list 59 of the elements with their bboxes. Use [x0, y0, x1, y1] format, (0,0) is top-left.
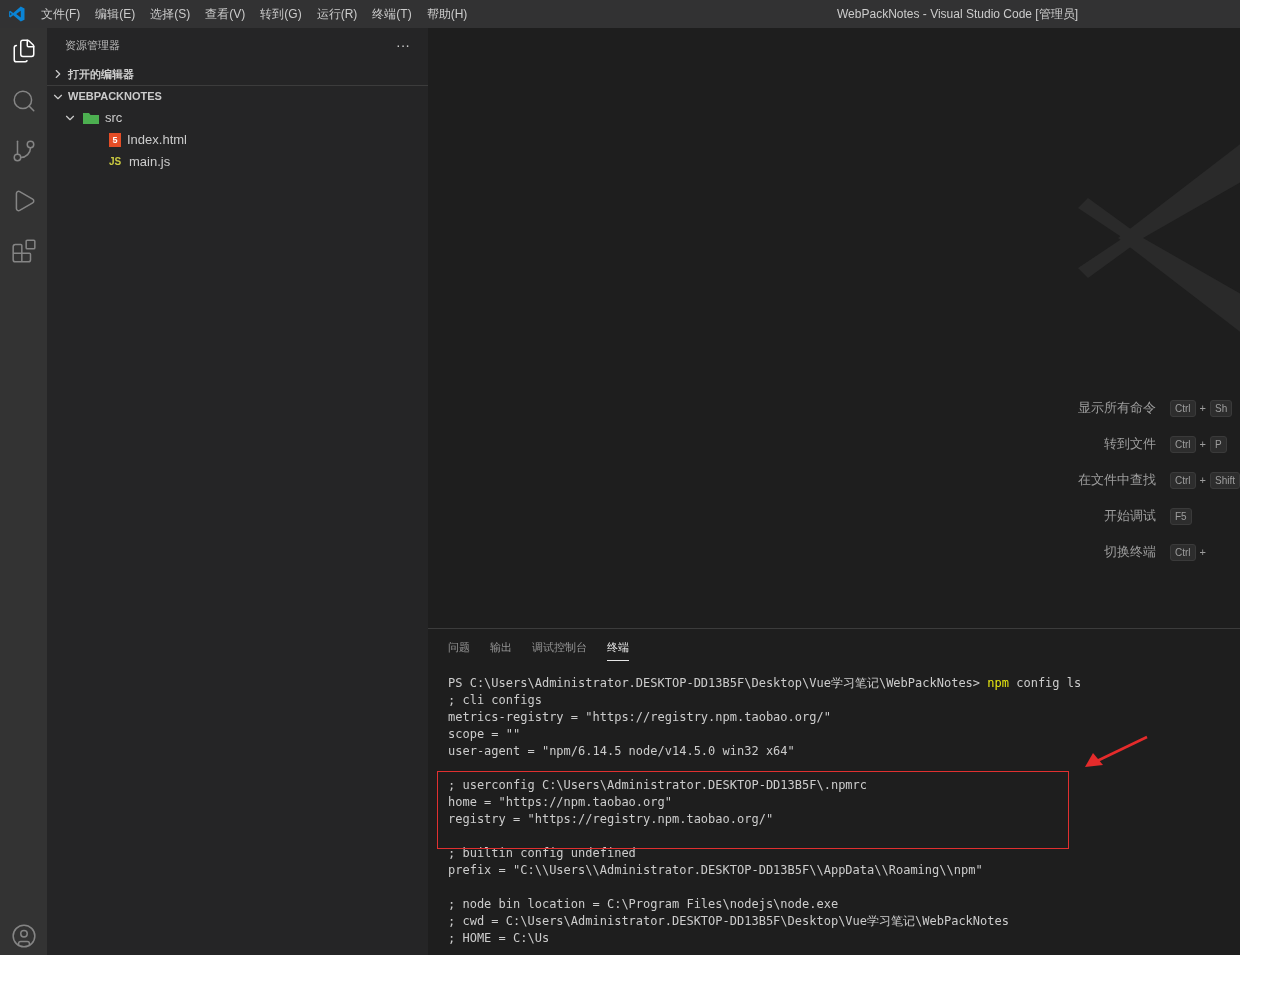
js-file-icon: JS	[109, 157, 123, 167]
menu-item[interactable]: 编辑(E)	[95, 5, 136, 23]
shortcut-label: 开始调试	[1103, 507, 1156, 526]
section-header[interactable]: 打开的编辑器	[47, 63, 428, 85]
account-icon[interactable]	[10, 923, 37, 949]
shortcut-label: 在文件中查找	[1077, 471, 1156, 490]
terminal-line: ; cwd = C:\Users\Administrator.DESKTOP-DD13B5F\Desktop\Vue学习笔记\WebPackNotes	[448, 913, 1010, 930]
extensions-icon[interactable]	[10, 238, 37, 264]
key-cap: Ctrl	[1170, 543, 1196, 561]
plus-sign: +	[1199, 436, 1206, 452]
terminal-line: ; userconfig C:\Users\Administrator.DESKTOP-DD13B5F\.npmrc	[448, 777, 869, 794]
key-cap: P	[1210, 435, 1227, 453]
shortcut-label: 转到文件	[1103, 435, 1156, 454]
key-cap: Ctrl	[1170, 435, 1196, 453]
menu-item[interactable]: 查看(V)	[205, 5, 246, 23]
panel-tab[interactable]: 输出	[490, 639, 512, 661]
tree-item[interactable]: src	[47, 107, 428, 129]
terminal-line: ; HOME = C:\Us	[448, 930, 551, 947]
key-cap: F5	[1170, 507, 1192, 525]
terminal-line: PS C:\Users\Administrator.DESKTOP-DD13B5F\Desktop\Vue学习笔记\WebPackNotes> npm config ls	[448, 675, 1083, 692]
menu-item[interactable]: 终端(T)	[372, 5, 412, 23]
html-file-icon: 5	[109, 133, 121, 147]
plus-sign: +	[1199, 472, 1206, 488]
menu-item[interactable]: 选择(S)	[150, 5, 191, 23]
terminal-line: scope = ""	[448, 726, 522, 743]
terminal-line: ; node bin location = C:\Program Files\nodejs\node.exe	[448, 896, 840, 913]
sidebar-title: 资源管理器	[65, 38, 120, 54]
window-title: WebPackNotes - Visual Studio Code [管理员]	[837, 6, 1078, 23]
section-header[interactable]: WEBPACKNOTES	[47, 85, 428, 107]
plus-sign: +	[1199, 400, 1206, 416]
terminal-line: metrics-registry = "https://registry.npm.taobao.org/"	[448, 709, 832, 726]
tree-item[interactable]: JS main.js	[47, 151, 428, 173]
app-logo-icon	[8, 5, 26, 23]
terminal-line: home = "https://npm.taobao.org"	[448, 794, 673, 811]
files-icon[interactable]	[10, 38, 37, 64]
key-cap: Shift	[1210, 471, 1240, 489]
terminal-line: user-agent = "npm/6.14.5 node/v14.5.0 win32 x64"	[448, 743, 796, 760]
source-control-icon[interactable]	[10, 138, 37, 164]
key-cap: Ctrl	[1170, 471, 1196, 489]
shortcut-label: 显示所有命令	[1077, 399, 1156, 418]
panel-tab[interactable]: 终端	[607, 639, 629, 661]
key-cap: Sh	[1210, 399, 1233, 417]
shortcut-label: 切换终端	[1103, 543, 1156, 562]
panel-tab[interactable]: 调试控制台	[532, 639, 587, 661]
more-actions-button[interactable]: ···	[396, 35, 410, 56]
terminal-line: registry = "https://registry.npm.taobao.org/"	[448, 811, 775, 828]
terminal-line: ; cli configs	[448, 692, 543, 709]
menu-item[interactable]: 转到(G)	[260, 5, 302, 23]
terminal-line: prefix = "C:\\Users\\Administrator.DESKTOP-DD13B5F\\AppData\\Roaming\\npm"	[448, 862, 984, 879]
menu-item[interactable]: 运行(R)	[316, 5, 358, 23]
terminal-line: ; builtin config undefined	[448, 845, 637, 862]
annotation-arrow	[1083, 735, 1149, 769]
plus-sign: +	[1199, 544, 1206, 560]
menu-item[interactable]: 帮助(H)	[426, 5, 468, 23]
menu-item[interactable]: 文件(F)	[41, 5, 81, 23]
key-cap: Ctrl	[1170, 399, 1196, 417]
folder-icon	[83, 112, 99, 124]
tree-item[interactable]: 5 Index.html	[47, 129, 428, 151]
panel-tab[interactable]: 问题	[448, 639, 470, 661]
